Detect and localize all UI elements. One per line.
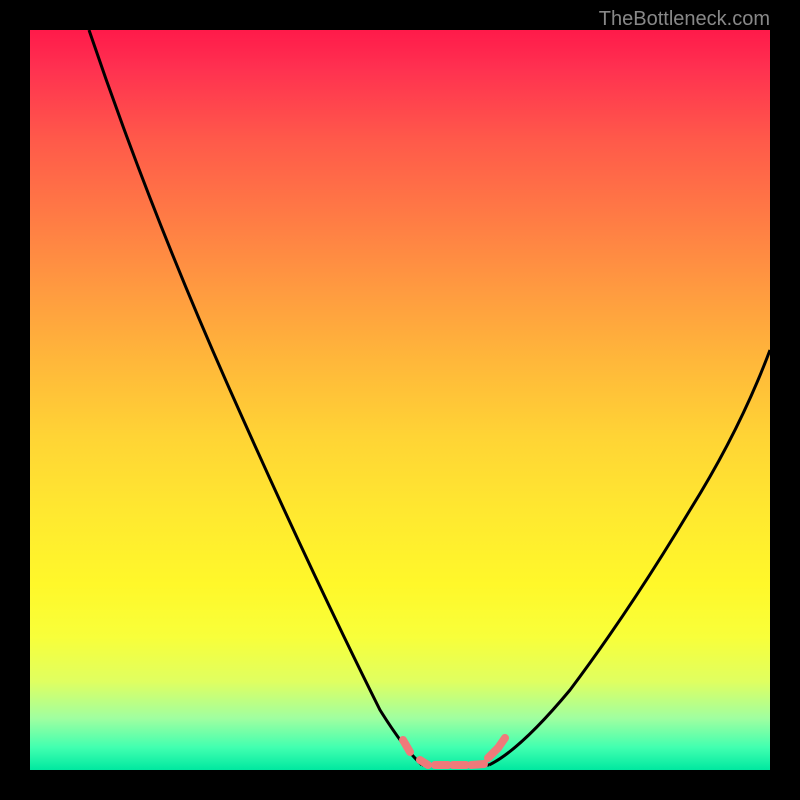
plot-area (30, 30, 770, 770)
chart-container: TheBottleneck.com (0, 0, 800, 800)
pink-markers (403, 738, 505, 765)
chart-svg (30, 30, 770, 770)
right-curve (489, 350, 770, 765)
left-curve (89, 30, 422, 765)
watermark-text: TheBottleneck.com (599, 8, 770, 31)
